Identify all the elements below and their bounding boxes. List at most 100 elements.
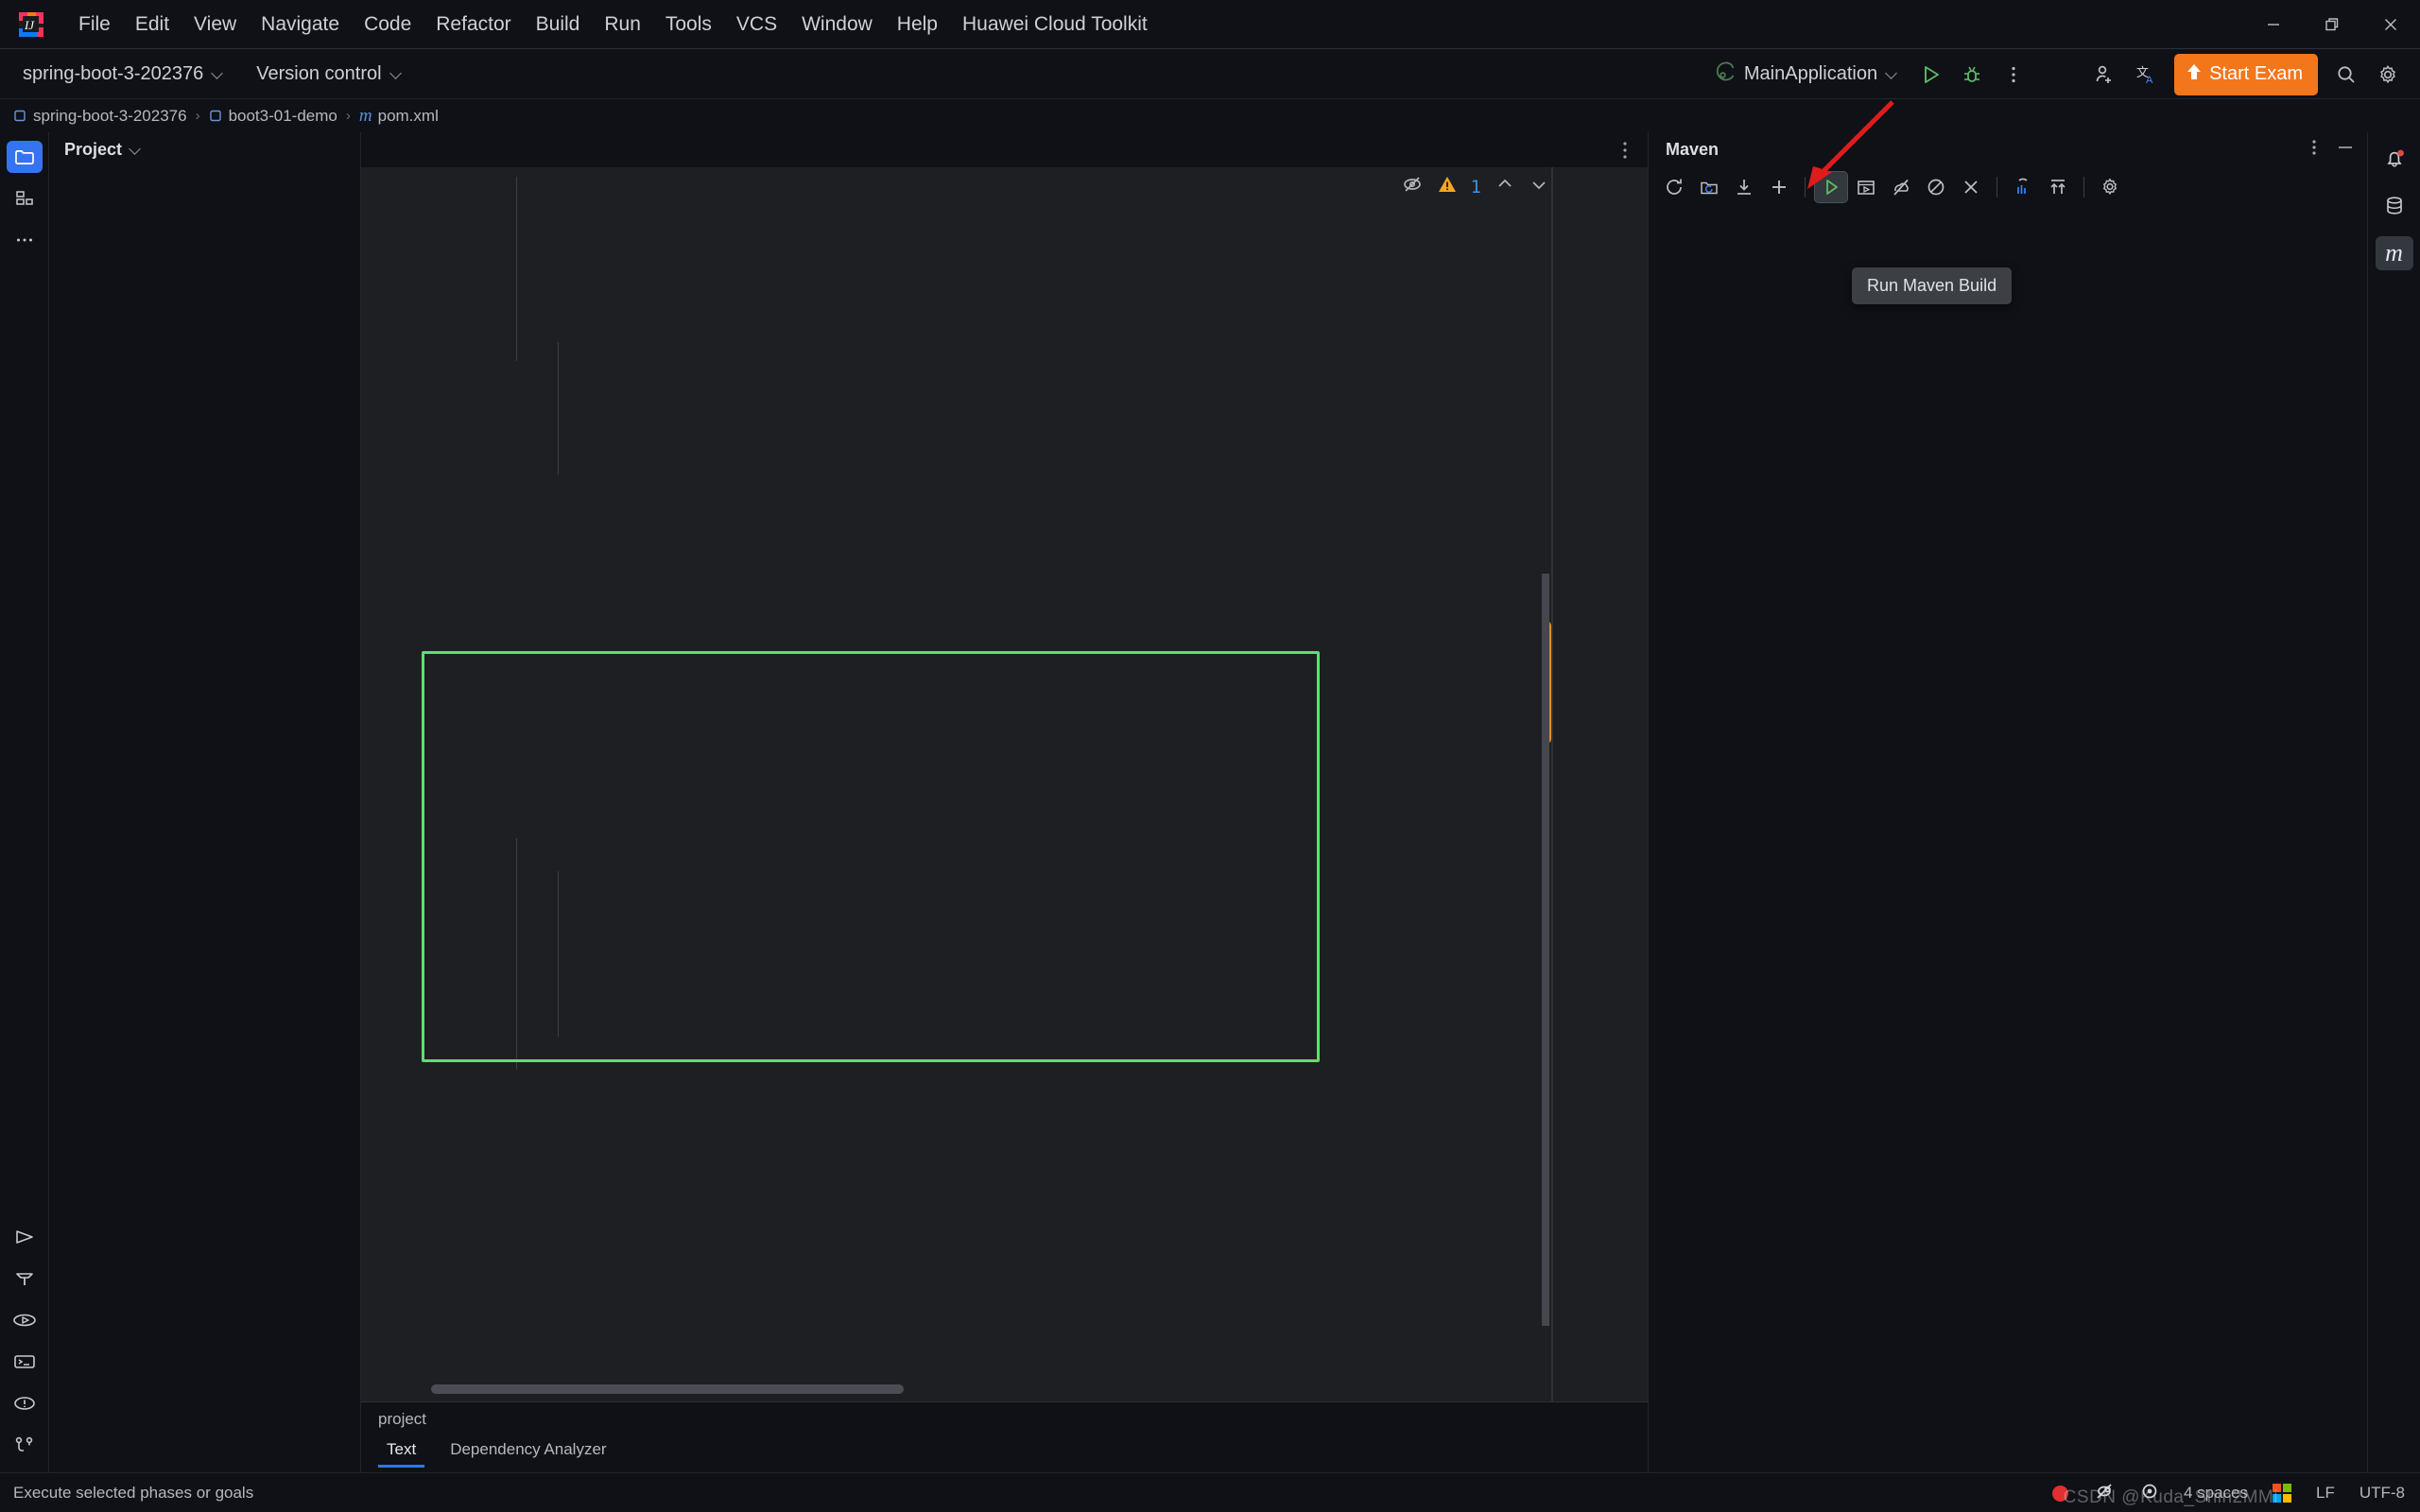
code-minimap[interactable]	[1553, 167, 1648, 1401]
toolbar-divider	[1805, 177, 1806, 198]
code-text-area[interactable]	[420, 167, 1648, 1401]
editor-footer: project Text Dependency Analyzer	[361, 1401, 1648, 1472]
status-bar: Execute selected phases or goals 4 space…	[0, 1472, 2420, 1512]
project-tree[interactable]	[49, 167, 360, 1472]
menu-item-run[interactable]: Run	[592, 9, 653, 40]
search-icon[interactable]	[2327, 56, 2365, 94]
maven-settings-icon[interactable]	[2094, 172, 2126, 202]
menu-item-build[interactable]: Build	[524, 9, 593, 40]
project-panel-title: Project	[64, 140, 123, 159]
more-vertical-icon[interactable]	[1995, 56, 2032, 94]
breadcrumb-item-2[interactable]: m pom.xml	[359, 106, 439, 127]
structure-icon[interactable]	[7, 182, 43, 215]
minimize-icon[interactable]	[2244, 0, 2303, 49]
window-controls	[2244, 0, 2420, 49]
show-dependencies-icon[interactable]	[2007, 172, 2039, 202]
menu-item-tools[interactable]: Tools	[653, 9, 724, 40]
main-toolbar: spring-boot-3-202376 Version control Mai…	[0, 49, 2420, 99]
execute-goal-icon[interactable]	[1850, 172, 1882, 202]
warning-triangle-icon	[1437, 174, 1458, 199]
spring-boot-icon	[1715, 61, 1736, 88]
horizontal-scrollbar[interactable]	[431, 1384, 904, 1394]
editor-footer-tabs: Text Dependency Analyzer	[378, 1435, 1648, 1468]
project-selector[interactable]: spring-boot-3-202376	[13, 58, 233, 91]
expand-all-icon[interactable]	[2042, 172, 2074, 202]
version-control-label: Version control	[256, 62, 382, 84]
more-vertical-icon[interactable]	[1616, 132, 1634, 167]
add-user-icon[interactable]	[2085, 56, 2123, 94]
line-separator-widget[interactable]: LF	[2316, 1484, 2335, 1503]
menu-item-huawei-cloud-toolkit[interactable]: Huawei Cloud Toolkit	[950, 9, 1160, 40]
editor-tab-bar	[361, 132, 1648, 167]
line-number-gutter	[361, 167, 420, 1401]
gear-icon[interactable]	[2369, 56, 2407, 94]
intellij-idea-logo: IJ	[17, 10, 45, 39]
project-icon[interactable]	[6, 141, 43, 173]
breadcrumb-label: spring-boot-3-202376	[33, 106, 187, 125]
maven-file-icon: m	[358, 105, 372, 126]
start-exam-button[interactable]: Start Exam	[2174, 53, 2318, 95]
minimize-icon[interactable]	[2335, 137, 2356, 163]
footer-tab-text[interactable]: Text	[378, 1435, 425, 1468]
chevron-up-icon[interactable]	[1495, 174, 1515, 199]
run-maven-build-tooltip: Run Maven Build	[1852, 267, 2013, 304]
indent-guide	[558, 342, 559, 474]
run-tool-icon[interactable]	[7, 1221, 43, 1253]
toolbar-divider	[2083, 177, 2084, 198]
add-maven-project-icon[interactable]	[1693, 172, 1725, 202]
version-control-widget[interactable]: Version control	[247, 58, 411, 91]
menu-item-help[interactable]: Help	[885, 9, 950, 40]
terminal-icon[interactable]	[7, 1346, 43, 1378]
menu-item-navigate[interactable]: Navigate	[249, 9, 352, 40]
download-sources-icon[interactable]	[1728, 172, 1760, 202]
toggle-offline-mode-icon[interactable]	[1920, 172, 1952, 202]
git-icon[interactable]	[7, 1429, 43, 1461]
chevron-down-icon[interactable]	[130, 144, 142, 156]
run-icon[interactable]	[1911, 56, 1949, 94]
menu-item-vcs[interactable]: VCS	[724, 9, 789, 40]
database-icon[interactable]	[2376, 189, 2413, 223]
run-maven-build-icon[interactable]	[1814, 171, 1848, 203]
breadcrumb-item-1[interactable]: boot3-01-demo	[209, 107, 337, 126]
editor-area: 1 project Text Dependency Analyzer	[361, 132, 1649, 1472]
maven-toolbar	[1649, 167, 2367, 207]
menu-item-code[interactable]: Code	[352, 9, 424, 40]
inspection-widget[interactable]: 1	[1401, 173, 1549, 200]
toggle-ignored-projects-icon[interactable]	[1955, 172, 1987, 202]
more-tools-icon[interactable]	[7, 224, 43, 256]
notifications-bell-icon[interactable]	[2376, 142, 2413, 176]
maven-tree[interactable]	[1649, 207, 2367, 1472]
add-icon[interactable]	[1763, 172, 1795, 202]
close-icon[interactable]	[2361, 0, 2420, 49]
build-tool-icon[interactable]	[7, 1263, 43, 1295]
encoding-widget[interactable]: UTF-8	[2360, 1484, 2405, 1503]
indent-guide	[516, 838, 517, 1070]
maven-panel-title: Maven	[1666, 140, 1720, 159]
problems-icon[interactable]	[7, 1387, 43, 1419]
toggle-skip-tests-icon[interactable]	[1885, 172, 1917, 202]
project-panel-header[interactable]: Project	[49, 132, 360, 167]
menu-item-edit[interactable]: Edit	[123, 9, 182, 40]
run-configuration-selector[interactable]: MainApplication	[1705, 57, 1908, 93]
reload-project-icon[interactable]	[1658, 172, 1690, 202]
breadcrumb-label: pom.xml	[377, 106, 439, 125]
menu-item-file[interactable]: File	[66, 9, 123, 40]
code-editor[interactable]: 1	[361, 167, 1648, 1401]
menu-item-window[interactable]: Window	[789, 9, 885, 40]
scroll-track	[1542, 574, 1549, 1326]
maven-panel-header: Maven	[1649, 132, 2367, 167]
more-vertical-icon[interactable]	[2305, 137, 2324, 163]
menu-item-refactor[interactable]: Refactor	[424, 9, 523, 40]
services-icon[interactable]	[7, 1304, 43, 1336]
maven-tool-icon[interactable]: m	[2375, 236, 2413, 270]
maven-panel-header-actions	[2305, 132, 2356, 167]
menu-item-view[interactable]: View	[182, 9, 249, 40]
debug-icon[interactable]	[1953, 56, 1991, 94]
eye-off-icon[interactable]	[1401, 173, 1424, 200]
footer-tab-dependency-analyzer[interactable]: Dependency Analyzer	[441, 1435, 614, 1468]
breadcrumb-item-0[interactable]: spring-boot-3-202376	[13, 107, 187, 126]
restore-icon[interactable]	[2303, 0, 2361, 49]
status-message: Execute selected phases or goals	[13, 1483, 254, 1502]
chevron-down-icon[interactable]	[1529, 174, 1549, 199]
translate-icon[interactable]: 文A	[2127, 56, 2165, 94]
